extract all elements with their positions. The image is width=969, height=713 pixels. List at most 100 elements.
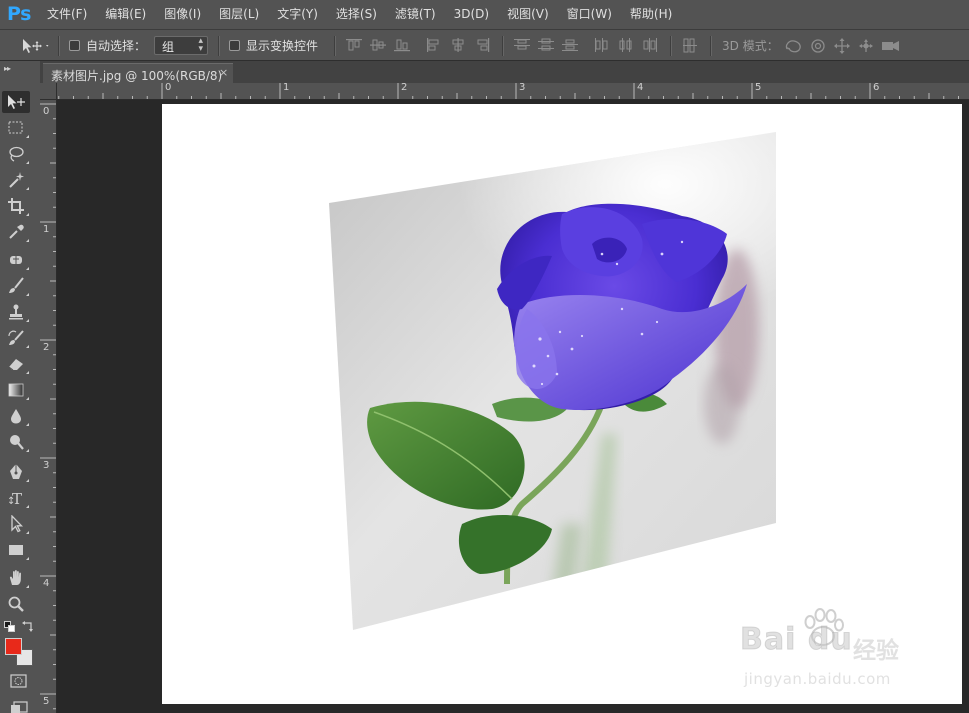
transformed-rose-photo [329,132,776,630]
scale-3d-icon[interactable] [880,37,902,55]
ruler-label: 0 [165,83,172,93]
distribute-left-edges-icon[interactable] [594,38,610,52]
swap-colors-icon[interactable] [22,621,34,633]
auto-select-dropdown[interactable]: 组 ▴ ▾ [154,36,208,55]
pen-icon [10,464,22,479]
menu-layer[interactable]: 图层(L) [210,0,268,29]
photoshop-logo: Ps [7,3,31,25]
auto-select-value: 组 [162,40,175,54]
align-horizontal-centers-icon[interactable] [450,38,466,52]
quick-mask-icon[interactable] [10,674,28,689]
brush-icon [9,277,24,293]
blur-tool[interactable] [2,405,30,427]
show-transform-group: 显示变换控件 [229,30,318,61]
crop-icon [8,198,24,214]
mode-3d-group: 3D 模式： [722,30,779,61]
dodge-tool[interactable] [2,431,30,453]
gradient-tool[interactable] [2,379,30,401]
pan-3d-icon[interactable] [832,37,852,55]
clone-stamp-tool[interactable] [2,301,30,323]
auto-select-checkbox[interactable] [69,40,80,51]
rectangle-shape-icon [9,545,23,555]
pen-tool[interactable] [2,461,30,483]
menu-select[interactable]: 选择(S) [327,0,386,29]
hand-icon [9,570,21,585]
document-canvas[interactable] [162,104,962,704]
align-vertical-centers-icon[interactable] [370,38,386,52]
align-top-edges-icon[interactable] [346,38,362,52]
show-transform-label: 显示变换控件 [246,39,319,53]
rectangular-marquee-icon [8,121,23,134]
path-selection-icon [11,515,24,533]
ruler-label: 2 [43,342,50,353]
gradient-icon [8,383,24,397]
distribute-vertical-centers-icon[interactable] [538,38,554,52]
slide-3d-icon[interactable] [856,37,876,55]
distribute-horizontal-centers-icon[interactable] [618,38,634,52]
lasso-tool[interactable] [2,143,30,165]
document-tab-title: 素材图片.jpg @ 100%(RGB/8) [51,69,223,83]
roll-3d-icon[interactable] [808,37,828,55]
path-selection-tool[interactable] [2,513,30,535]
screen-mode-icon[interactable] [10,701,28,713]
menu-items: 文件(F) 编辑(E) 图像(I) 图层(L) 文字(Y) 选择(S) 滤镜(T… [38,0,681,29]
distribute-top-edges-icon[interactable] [514,38,530,52]
ruler-label: 5 [43,696,50,707]
eraser-tool[interactable] [2,353,30,375]
auto-select-label: 自动选择： [86,39,147,53]
move-tool[interactable] [2,91,30,113]
align-left-edges-icon[interactable] [426,38,442,52]
mode-3d-label: 3D 模式： [722,39,779,53]
zoom-tool[interactable] [2,593,30,615]
vertical-ruler-ticks [40,103,56,710]
ruler-label: 5 [755,83,762,93]
ruler-label: 4 [43,578,50,589]
menu-view[interactable]: 视图(V) [498,0,558,29]
rotate-3d-icon[interactable] [784,37,804,55]
close-tab-icon[interactable]: × [219,66,228,79]
ruler-label: 0 [43,106,50,117]
move-tool-icon [23,38,49,53]
distribute-bottom-edges-icon[interactable] [562,38,578,52]
hand-tool[interactable] [2,567,30,589]
rectangle-tool[interactable] [2,539,30,561]
auto-align-layers-icon[interactable] [682,38,700,54]
brush-tool[interactable] [2,275,30,297]
eyedropper-tool[interactable] [2,221,30,243]
collapse-panel-icon[interactable]: ▸▸ [4,64,11,73]
marquee-tool[interactable] [2,117,30,139]
svg-text:T: T [12,490,22,507]
menu-window[interactable]: 窗口(W) [558,0,621,29]
magic-wand-tool[interactable] [2,169,30,191]
lasso-icon [9,146,24,162]
options-separator [710,36,712,56]
ruler-label: 1 [43,224,50,235]
menu-type[interactable]: 文字(Y) [268,0,327,29]
menu-help[interactable]: 帮助(H) [621,0,681,29]
menu-3d[interactable]: 3D(D) [445,0,498,29]
menu-image[interactable]: 图像(I) [155,0,210,29]
menu-filter[interactable]: 滤镜(T) [386,0,445,29]
default-colors-icon[interactable] [4,621,16,633]
blur-drop-icon [11,409,21,424]
ruler-origin[interactable] [40,83,57,100]
clone-stamp-icon [9,304,23,320]
horizontal-ruler[interactable]: 0 1 2 3 4 5 6 [57,83,969,100]
document-tab[interactable]: 素材图片.jpg @ 100%(RGB/8) × [43,63,233,83]
ruler-label: 4 [637,83,644,93]
menu-edit[interactable]: 编辑(E) [96,0,155,29]
healing-brush-tool[interactable] [2,249,30,271]
menu-file[interactable]: 文件(F) [38,0,96,29]
distribute-right-edges-icon[interactable] [642,38,658,52]
align-right-edges-icon[interactable] [474,38,490,52]
foreground-color-swatch[interactable] [5,638,22,655]
vertical-ruler[interactable]: 0 1 2 3 4 5 [40,100,57,713]
show-transform-checkbox[interactable] [229,40,240,51]
options-separator [58,36,60,56]
history-brush-tool[interactable] [2,327,30,349]
type-tool[interactable]: ↕ T [2,487,30,509]
align-bottom-edges-icon[interactable] [394,38,410,52]
crop-tool[interactable] [2,195,30,217]
dropdown-arrows-icon: ▴ ▾ [198,36,203,54]
tool-preset-picker[interactable] [20,30,50,61]
